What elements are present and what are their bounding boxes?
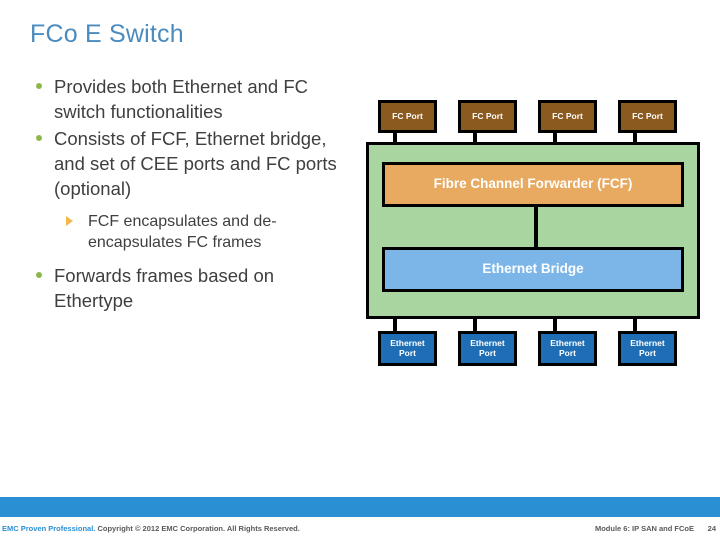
- footer-copyright: EMC Proven Professional. Copyright © 201…: [2, 524, 300, 533]
- footer-brand: EMC Proven Professional.: [2, 524, 96, 533]
- ethernet-port-box[interactable]: Ethernet Port: [458, 331, 517, 366]
- ethernet-port-line2: Port: [638, 347, 656, 358]
- bullet-dot-icon: [36, 135, 42, 141]
- footer-accent-bar: [0, 497, 720, 517]
- list-item-text: Provides both Ethernet and FC switch fun…: [54, 76, 309, 122]
- bullet-triangle-icon: [66, 216, 73, 226]
- fcoe-switch-diagram: FC Port FC Port FC Port FC Port Fibre Ch…: [360, 92, 712, 382]
- list-item-sub: FCF encapsulates and de-encapsulates FC …: [30, 211, 350, 253]
- ethernet-port-line2: Port: [398, 347, 416, 358]
- fc-port-box[interactable]: FC Port: [378, 100, 437, 133]
- list-item-text: Consists of FCF, Ethernet bridge, and se…: [54, 128, 337, 199]
- list-item: Provides both Ethernet and FC switch fun…: [30, 74, 350, 124]
- page-title: FCo E Switch: [30, 20, 184, 48]
- ethernet-port-line2: Port: [558, 347, 576, 358]
- bullet-dot-icon: [36, 272, 42, 278]
- fc-port-box[interactable]: FC Port: [458, 100, 517, 133]
- fc-port-box[interactable]: FC Port: [538, 100, 597, 133]
- fc-port-box[interactable]: FC Port: [618, 100, 677, 133]
- list-item-text: Forwards frames based on Ethertype: [54, 265, 275, 311]
- footer-module-label: Module 6: IP SAN and FCoE: [594, 524, 694, 533]
- list-item-text: FCF encapsulates and de-encapsulates FC …: [88, 213, 277, 251]
- footer-copyright-text: Copyright © 2012 EMC Corporation. All Ri…: [95, 524, 300, 533]
- list-item: Forwards frames based on Ethertype: [30, 263, 350, 313]
- connector-fcf-bridge: [534, 206, 538, 248]
- list-item: Consists of FCF, Ethernet bridge, and se…: [30, 126, 350, 201]
- ethernet-port-box[interactable]: Ethernet Port: [618, 331, 677, 366]
- fibre-channel-forwarder-box[interactable]: Fibre Channel Forwarder (FCF): [382, 162, 684, 207]
- ethernet-port-box[interactable]: Ethernet Port: [378, 331, 437, 366]
- ethernet-port-box[interactable]: Ethernet Port: [538, 331, 597, 366]
- bullet-dot-icon: [36, 83, 42, 89]
- ethernet-port-line2: Port: [478, 347, 496, 358]
- footer-page-number: 24: [707, 524, 716, 533]
- ethernet-bridge-box[interactable]: Ethernet Bridge: [382, 247, 684, 292]
- bullet-list: Provides both Ethernet and FC switch fun…: [30, 74, 350, 315]
